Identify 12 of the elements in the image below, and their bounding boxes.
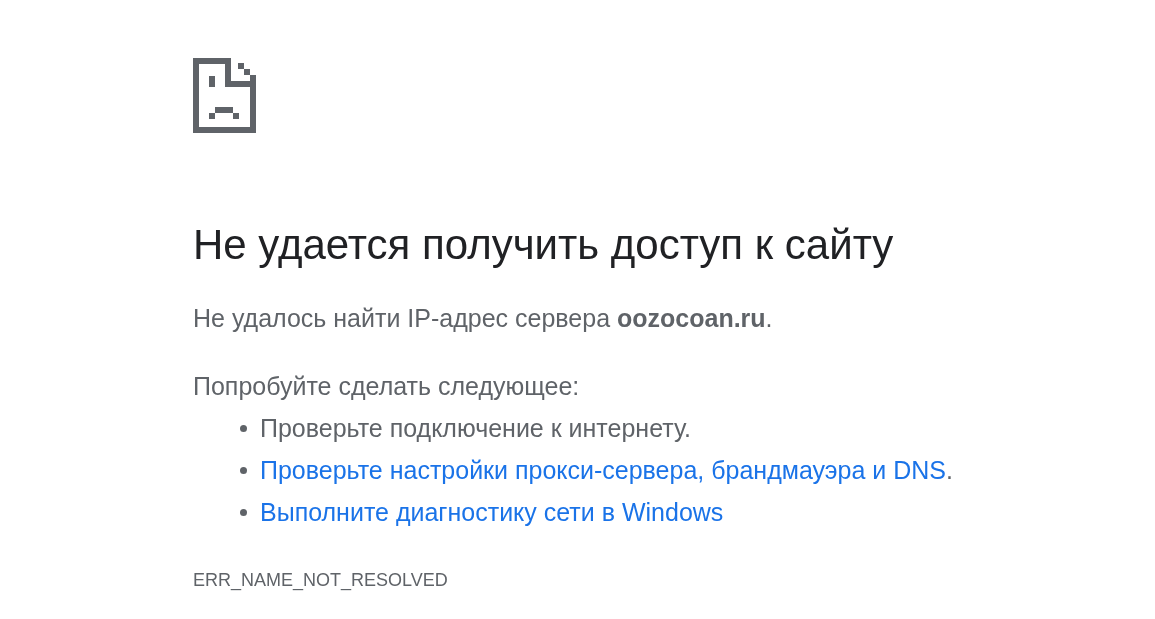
suggestions-heading: Попробуйте сделать следующее: <box>193 371 580 402</box>
bullet-icon <box>240 508 247 516</box>
bullet-icon <box>240 424 247 432</box>
suggestion-text: Проверьте настройки прокси-сервера, брандмауэра и DNS. <box>260 455 953 486</box>
error-message: Не удалось найти IP-адрес сервера oozocoan.ru. <box>193 303 773 334</box>
suggestion-text: Проверьте подключение к интернету. <box>260 413 691 444</box>
sad-page-icon <box>193 58 256 133</box>
error-code: ERR_NAME_NOT_RESOLVED <box>193 569 448 592</box>
link[interactable]: Выполните диагностику сети в Windows <box>260 496 724 528</box>
link[interactable]: Проверьте настройки прокси-сервера, брандмауэра и DNS <box>260 456 946 484</box>
error-heading: Не удается получить доступ к сайту <box>193 220 894 270</box>
bullet-icon <box>240 466 247 474</box>
